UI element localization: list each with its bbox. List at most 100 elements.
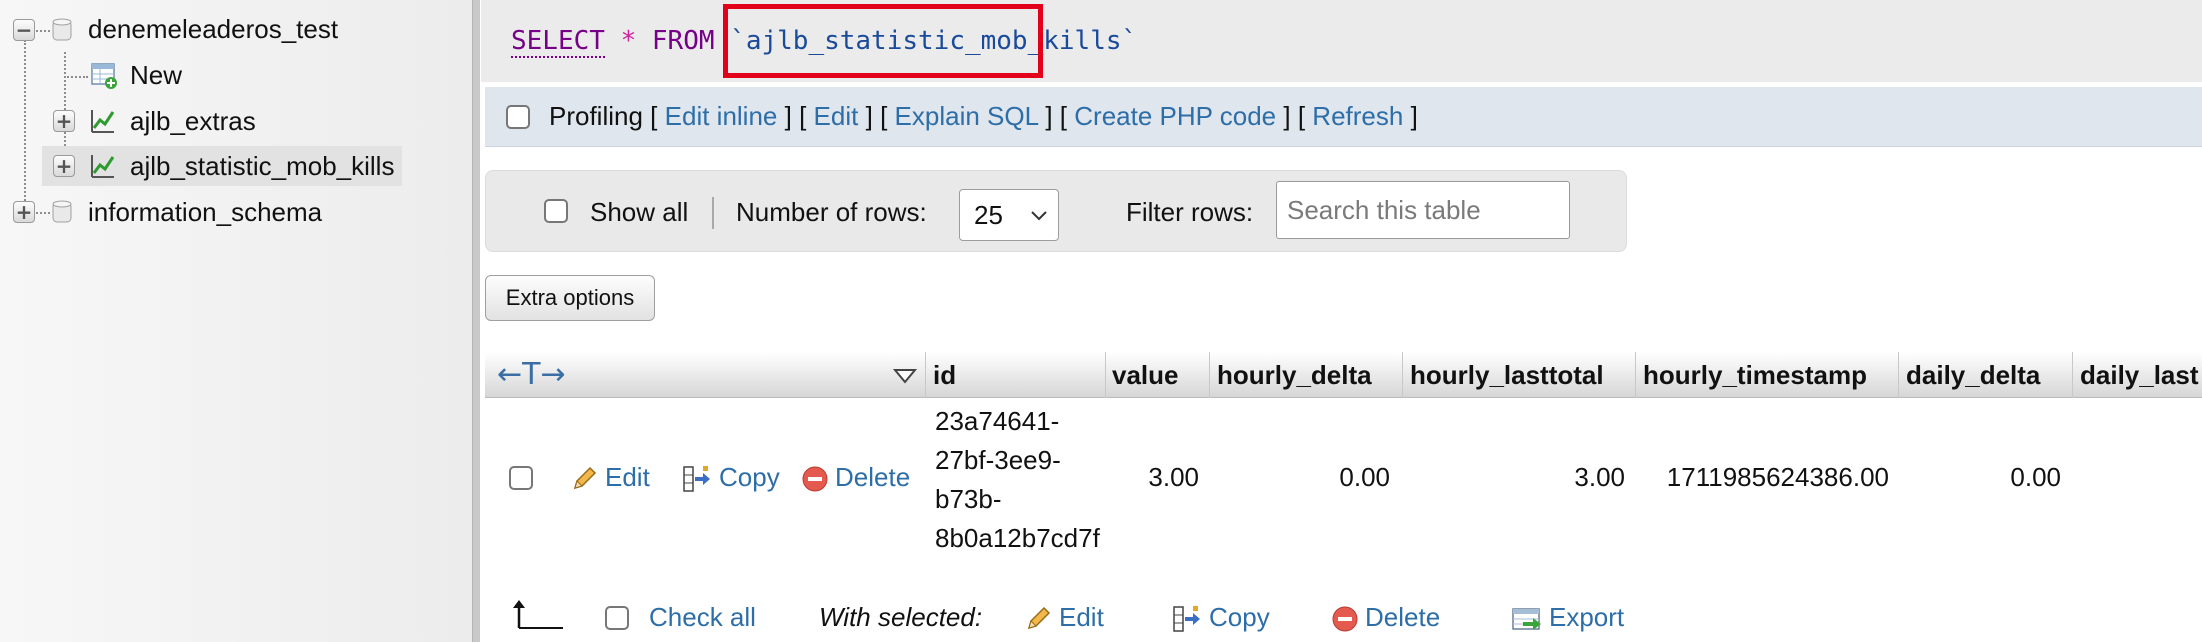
table-chart-icon [91, 155, 115, 178]
copy-insert-icon [1173, 606, 1200, 632]
table-row: Edit Copy Delete 23a74641- 27bf-3ee9- b7… [485, 398, 2202, 558]
profiling-checkbox[interactable] [506, 105, 530, 129]
database-icon [52, 18, 72, 41]
column-header-id[interactable]: id [933, 352, 956, 398]
cell-id-line: 8b0a12b7cd7f [935, 523, 1100, 553]
with-selected-label: With selected: [819, 602, 983, 632]
table-chart-icon [91, 110, 115, 133]
refresh-link[interactable]: Refresh [1312, 101, 1403, 131]
row-edit-link[interactable]: Edit [569, 462, 650, 494]
bracket: ] [784, 101, 792, 131]
number-of-rows-select[interactable]: 25 [959, 189, 1059, 241]
bracket: [ [880, 101, 888, 131]
cell-id-line: 23a74641- [935, 406, 1060, 436]
filter-rows-search-input[interactable] [1276, 181, 1570, 239]
tree-line [64, 76, 88, 78]
column-divider [1635, 352, 1636, 398]
row-copy-link[interactable]: Copy [681, 462, 780, 494]
bracket: ] [1045, 101, 1053, 131]
collapse-toggle[interactable]: − [13, 19, 35, 41]
column-header-hourly-delta[interactable]: hourly_delta [1217, 352, 1372, 398]
chevron-down-icon [1031, 211, 1047, 221]
bulk-export-label: Export [1549, 602, 1625, 632]
bracket: ] [865, 101, 873, 131]
tree-line [36, 30, 50, 32]
annotation-highlight-box [723, 4, 1043, 78]
row-delete-label: Delete [835, 462, 911, 492]
export-icon [1512, 608, 1541, 631]
column-header-daily-last[interactable]: daily_last [2080, 352, 2199, 398]
bulk-copy-label: Copy [1209, 602, 1270, 632]
show-all-label[interactable]: Show all [590, 197, 688, 227]
navigation-panel: − denemeleaderos_test New + ajlb_extras … [0, 0, 472, 642]
main-content: SELECT * FROM `ajlb_statistic_mob_kills`… [481, 0, 2202, 642]
show-all-checkbox[interactable] [544, 199, 568, 223]
cell-daily-delta: 0.00 [2010, 462, 2061, 492]
sql-keyword-select[interactable]: SELECT [511, 26, 605, 58]
bulk-delete-button[interactable]: Delete [1331, 602, 1440, 633]
new-table-icon [91, 63, 117, 89]
row-delete-link[interactable]: Delete [801, 462, 910, 493]
cell-id-line: 27bf-3ee9- [935, 445, 1061, 475]
nav-new-table[interactable]: New [130, 60, 182, 90]
table-header-row: ←T→ id value hourly_delta hourly_lasttot… [485, 352, 2202, 398]
column-header-hourly-timestamp[interactable]: hourly_timestamp [1643, 352, 1867, 398]
expand-toggle[interactable]: + [53, 155, 75, 177]
column-header-hourly-lasttotal[interactable]: hourly_lasttotal [1410, 352, 1604, 398]
number-of-rows-value: 25 [974, 200, 1003, 230]
bracket: ] [1410, 101, 1418, 131]
nav-table-ajlb-statistic-mob-kills[interactable]: ajlb_statistic_mob_kills [130, 151, 394, 181]
check-all-link[interactable]: Check all [649, 602, 756, 632]
profiling-label: Profiling [549, 101, 643, 131]
edit-inline-link[interactable]: Edit inline [665, 101, 778, 131]
number-of-rows-label: Number of rows: [736, 197, 927, 227]
column-divider [1402, 352, 1403, 398]
cell-hourly-lasttotal: 3.00 [1574, 462, 1625, 492]
navigation-filter-bar: Show all Number of rows: 25 Filter rows: [485, 170, 1627, 252]
sort-dropdown-icon[interactable] [893, 368, 917, 384]
cell-hourly-timestamp: 1711985624386.00 [1666, 462, 1889, 492]
nav-table-ajlb-extras[interactable]: ajlb_extras [130, 106, 256, 136]
create-php-code-link[interactable]: Create PHP code [1074, 101, 1276, 131]
bulk-edit-label: Edit [1059, 602, 1104, 632]
expand-toggle[interactable]: + [13, 201, 35, 223]
sql-query-bar: SELECT * FROM `ajlb_statistic_mob_kills` [481, 0, 2202, 82]
pencil-icon [573, 467, 597, 490]
row-copy-label: Copy [719, 462, 780, 492]
column-arrows-icon[interactable]: ←T→ [497, 352, 566, 398]
sql-keyword-from: FROM [651, 26, 715, 56]
filter-rows-label: Filter rows: [1126, 197, 1254, 227]
bulk-export-button[interactable]: Export [1511, 602, 1624, 634]
expand-toggle[interactable]: + [53, 110, 75, 132]
cell-id-line: b73b- [935, 484, 1002, 514]
sql-operator-star: * [620, 26, 637, 56]
delete-icon [1332, 606, 1358, 632]
bulk-edit-button[interactable]: Edit [1023, 602, 1104, 634]
column-header-daily-delta[interactable]: daily_delta [1906, 352, 2040, 398]
row-edit-label: Edit [605, 462, 650, 492]
pencil-icon [1027, 607, 1051, 630]
check-all-checkbox[interactable] [605, 606, 629, 630]
edit-link[interactable]: Edit [814, 101, 859, 131]
extra-options-button[interactable]: Extra options [485, 275, 655, 321]
nav-database-information-schema[interactable]: information_schema [88, 197, 322, 227]
tree-line [24, 40, 26, 212]
bracket: [ [1297, 101, 1306, 131]
profiling-line: Profiling [ Edit inline ] [ Edit ] [ Exp… [549, 101, 1418, 131]
cell-hourly-delta: 0.00 [1339, 462, 1390, 492]
column-header-value[interactable]: value [1112, 352, 1179, 398]
explain-sql-link[interactable]: Explain SQL [895, 101, 1039, 131]
bracket: [ [1059, 101, 1068, 131]
nav-database-denemeleaderos[interactable]: denemeleaderos_test [88, 14, 338, 44]
cell-value: 3.00 [1148, 462, 1199, 492]
copy-insert-icon [683, 466, 710, 492]
nav-resize-handle[interactable] [472, 0, 480, 642]
separator [712, 197, 714, 229]
bulk-actions-bar: Check all With selected: Edit Copy Delet… [485, 592, 2202, 642]
column-divider [2072, 352, 2073, 398]
bulk-copy-button[interactable]: Copy [1171, 602, 1270, 634]
bracket: [ [650, 101, 658, 131]
tree-line [36, 212, 50, 214]
column-divider [925, 352, 926, 398]
row-select-checkbox[interactable] [509, 466, 533, 490]
